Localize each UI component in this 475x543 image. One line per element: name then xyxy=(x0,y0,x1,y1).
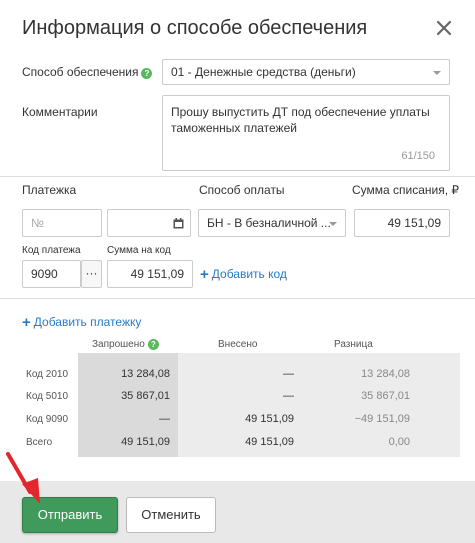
calendar-icon[interactable] xyxy=(173,218,184,229)
summary-diff-cell: 13 284,08 xyxy=(361,368,410,380)
code-picker-button[interactable]: ··· xyxy=(81,260,102,288)
method-select-value: 01 - Денежные средства (деньги) xyxy=(171,65,356,79)
method-label: Способ обеспечения? xyxy=(22,65,153,79)
code-input[interactable]: 9090 xyxy=(22,260,81,288)
add-code-label: Добавить код xyxy=(211,267,287,281)
summary-row-label: Код 5010 xyxy=(26,391,69,402)
summary-paid-cell: — xyxy=(283,390,294,402)
code-sum-input[interactable]: 49 151,09 xyxy=(107,260,193,288)
summary-diff-cell: 0,00 xyxy=(388,436,410,448)
add-payment-link[interactable]: + Добавить платежку xyxy=(22,314,141,331)
summary-row-label: Всего xyxy=(26,437,53,448)
amount-col-header: Сумма списания, ₽ xyxy=(352,183,460,197)
summary-header-diff: Разница xyxy=(334,339,373,350)
summary-requested-cell: — xyxy=(159,413,170,425)
payment-date-input[interactable] xyxy=(107,209,191,237)
chevron-down-icon xyxy=(433,71,441,75)
summary-paid-cell: 49 151,09 xyxy=(245,413,294,425)
summary-requested-cell: 35 867,01 xyxy=(121,390,170,402)
add-payment-label: Добавить платежку xyxy=(33,315,142,329)
help-icon[interactable]: ? xyxy=(141,68,153,79)
payment-col-header: Платежка xyxy=(22,183,77,197)
plus-icon: + xyxy=(200,266,209,283)
comment-textarea[interactable]: Прошу выпустить ДТ под обеспечение уплат… xyxy=(162,95,450,171)
dialog-title: Информация о способе обеспечения xyxy=(22,17,368,39)
summary-diff-cell: 35 867,01 xyxy=(361,390,410,402)
method-col-header: Способ оплаты xyxy=(199,183,285,197)
arrow-annotation-icon xyxy=(6,452,40,504)
add-code-link[interactable]: + Добавить код xyxy=(200,266,287,283)
divider-top xyxy=(0,176,475,177)
summary-header-requested-text: Запрошено xyxy=(92,339,145,350)
summary-header-requested: Запрошено? xyxy=(92,339,159,350)
summary-paid-cell: — xyxy=(283,368,294,380)
divider-middle xyxy=(0,298,475,299)
summary-requested-cell: 13 284,08 xyxy=(121,368,170,380)
close-icon[interactable] xyxy=(435,19,453,37)
summary-paid-cell: 49 151,09 xyxy=(245,436,294,448)
payment-amount-input[interactable]: 49 151,09 xyxy=(354,209,450,237)
summary-row-label: Код 2010 xyxy=(26,369,69,380)
payment-number-input[interactable]: № xyxy=(22,209,102,237)
payment-method-value: БН - В безналичной ... xyxy=(207,216,331,230)
chevron-down-icon xyxy=(329,222,337,226)
help-icon[interactable]: ? xyxy=(147,339,159,350)
summary-requested-cell: 49 151,09 xyxy=(121,436,170,448)
summary-row-label: Код 9090 xyxy=(26,414,69,425)
summary-diff-cell: −49 151,09 xyxy=(354,413,410,425)
code-label: Код платежа xyxy=(22,245,81,256)
method-select[interactable]: 01 - Денежные средства (деньги) xyxy=(162,59,450,85)
code-sum-label: Сумма на код xyxy=(107,245,171,256)
payment-method-select[interactable]: БН - В безналичной ... xyxy=(198,209,346,237)
plus-icon: + xyxy=(22,314,31,331)
comment-counter: 61/150 xyxy=(401,150,435,162)
comment-text: Прошу выпустить ДТ под обеспечение уплат… xyxy=(171,105,430,135)
summary-header-paid: Внесено xyxy=(218,339,258,350)
comment-label: Комментарии xyxy=(22,105,98,119)
cancel-button[interactable]: Отменить xyxy=(126,497,216,533)
method-label-text: Способ обеспечения xyxy=(22,65,139,79)
